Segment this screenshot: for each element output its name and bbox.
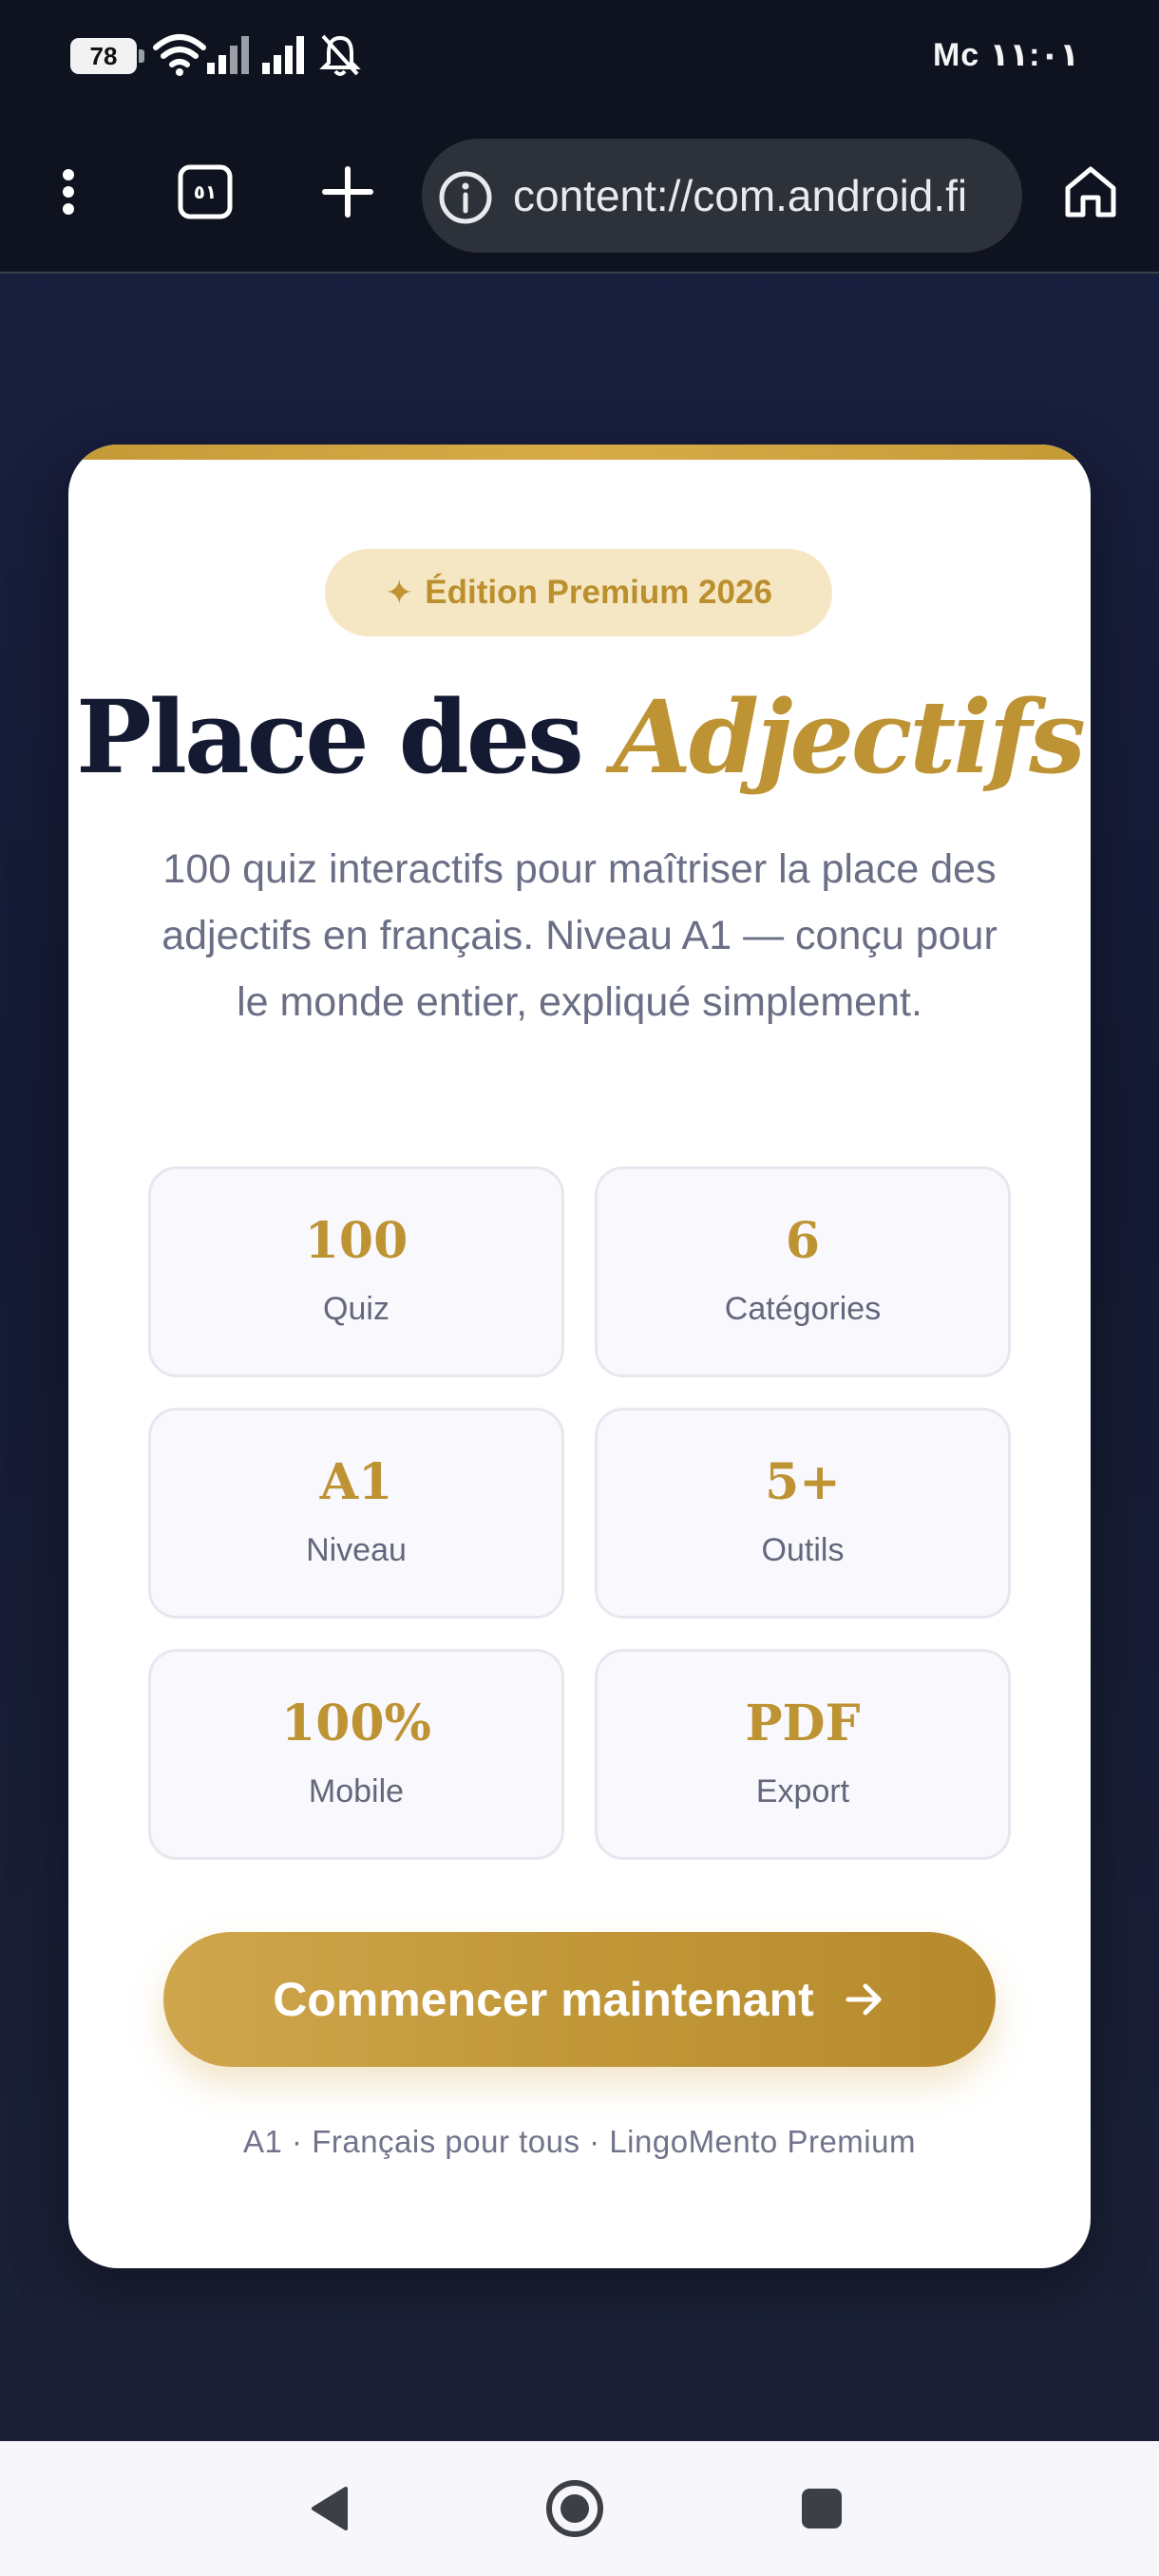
- stat-value: 5+: [765, 1452, 841, 1511]
- stat-value: 6: [785, 1211, 821, 1270]
- arrow-right-icon: [846, 1983, 882, 2016]
- edition-badge: ✦ Édition Premium 2026: [325, 549, 832, 636]
- card-accent-bar: [68, 445, 1091, 460]
- title-accent: Adjectifs: [613, 677, 1086, 796]
- stat-card-export: PDF Export: [595, 1649, 1011, 1860]
- browser-toolbar: ٥١ content://com.android.fi: [0, 114, 1159, 274]
- stat-value: PDF: [745, 1694, 861, 1752]
- stats-grid: 100 Quiz 6 Catégories A1 Niveau 5+ Outil…: [148, 1166, 1011, 1860]
- more-vert-icon: [63, 169, 74, 215]
- stat-card-level: A1 Niveau: [148, 1408, 564, 1619]
- bell-off-icon: [319, 34, 361, 76]
- battery-level: 78: [89, 42, 118, 70]
- status-bar: 78 Mc ١١:٠١: [0, 0, 1159, 114]
- wifi-icon: [153, 34, 206, 76]
- home-button[interactable]: [1056, 158, 1125, 226]
- stat-label: Niveau: [306, 1531, 407, 1568]
- menu-button[interactable]: [34, 158, 103, 226]
- intro-card: ✦ Édition Premium 2026 Place des Adjecti…: [68, 445, 1091, 2268]
- badge-label: Édition Premium 2026: [425, 574, 772, 611]
- home-circle-icon[interactable]: [542, 2475, 608, 2542]
- sparkle-icon: ✦: [385, 573, 414, 612]
- battery-indicator: 78: [70, 38, 144, 74]
- system-nav-bar: [0, 2441, 1159, 2576]
- tab-count: ٥١: [193, 181, 218, 203]
- signal-icon: [207, 36, 249, 74]
- stat-value: 100: [304, 1211, 408, 1270]
- stat-card-categories: 6 Catégories: [595, 1166, 1011, 1377]
- stat-label: Outils: [761, 1531, 845, 1568]
- stat-value: 100%: [281, 1694, 431, 1752]
- page-title: Place des Adjectifs: [68, 681, 1091, 793]
- recents-icon[interactable]: [788, 2475, 855, 2542]
- address-bar[interactable]: content://com.android.fi: [422, 139, 1022, 253]
- page-subtitle: 100 quiz interactifs pour maîtriser la p…: [162, 846, 998, 1025]
- back-icon[interactable]: [296, 2475, 363, 2542]
- title-main: Place des: [76, 677, 614, 796]
- start-button[interactable]: Commencer maintenant: [163, 1932, 996, 2067]
- new-tab-button[interactable]: [314, 158, 382, 226]
- plus-icon: [322, 166, 373, 218]
- url-text[interactable]: content://com.android.fi: [513, 139, 1007, 253]
- stat-label: Quiz: [323, 1290, 390, 1327]
- stat-label: Export: [755, 1772, 850, 1809]
- stat-label: Catégories: [724, 1290, 882, 1327]
- info-icon[interactable]: [437, 169, 494, 226]
- stat-card-quiz: 100 Quiz: [148, 1166, 564, 1377]
- stat-label: Mobile: [308, 1772, 405, 1809]
- start-button-label: Commencer maintenant: [273, 1973, 814, 2026]
- stat-card-tools: 5+ Outils: [595, 1408, 1011, 1619]
- signal-icon: [262, 36, 304, 74]
- footer-note: A1 · Français pour tous · LingoMento Pre…: [243, 2124, 916, 2159]
- stat-value: A1: [319, 1452, 393, 1511]
- tab-switcher-button[interactable]: ٥١: [171, 158, 239, 226]
- home-icon: [1065, 166, 1116, 218]
- stat-card-mobile: 100% Mobile: [148, 1649, 564, 1860]
- status-time: Mc ١١:٠١: [932, 37, 1079, 73]
